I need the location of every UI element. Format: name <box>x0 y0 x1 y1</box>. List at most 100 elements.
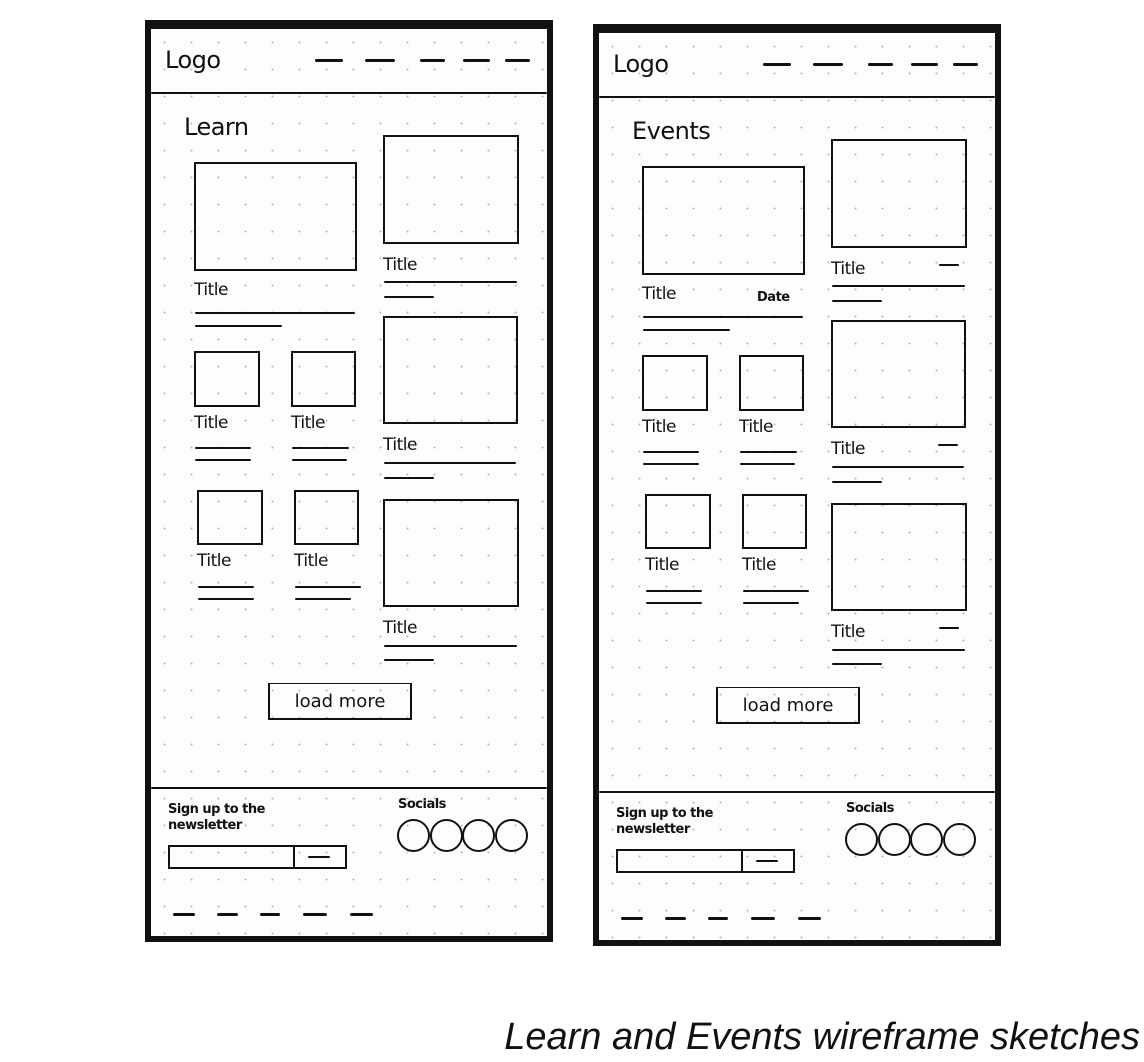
card-text-line <box>832 663 882 665</box>
card-text-line <box>740 463 795 465</box>
card-image-placeholder <box>831 139 967 248</box>
card-title[interactable]: Title <box>739 419 773 436</box>
social-icon[interactable] <box>877 823 911 856</box>
card-text-line <box>295 598 351 600</box>
logo: Logo <box>165 46 221 74</box>
card-image-placeholder <box>194 351 260 407</box>
card-title[interactable]: Title <box>645 557 679 574</box>
newsletter-email-input[interactable] <box>616 849 743 873</box>
card-date-dash <box>939 264 959 266</box>
card-text-line <box>195 459 251 461</box>
newsletter-email-input[interactable] <box>168 845 295 869</box>
social-icon[interactable] <box>910 823 943 856</box>
newsletter-submit-button[interactable] <box>293 845 347 869</box>
card-image-placeholder <box>742 494 807 549</box>
card-image-placeholder <box>383 499 519 607</box>
socials-label: Socials <box>846 801 894 816</box>
card-text-line <box>743 590 809 592</box>
card-title[interactable]: Title <box>831 441 865 458</box>
card-text-line <box>743 602 799 604</box>
card-text-line <box>198 586 254 588</box>
page-heading: Learn <box>184 113 249 141</box>
card-title[interactable]: Title <box>383 620 417 637</box>
card-title[interactable]: Title <box>294 553 328 570</box>
footer-link <box>350 913 373 916</box>
social-icon[interactable] <box>845 823 878 856</box>
social-icon[interactable] <box>494 819 528 852</box>
nav-link <box>813 63 843 66</box>
card-text-line <box>384 477 434 479</box>
card-text-line <box>198 598 254 600</box>
card-text-line <box>195 325 282 327</box>
load-more-button[interactable]: load more <box>268 683 412 720</box>
card-text-line <box>832 466 964 468</box>
card-image-placeholder <box>383 135 519 244</box>
card-text-line <box>195 447 251 449</box>
wireframe-events: Logo Events Title Date Title Title Title Title T… <box>593 24 1001 946</box>
card-image-placeholder <box>645 494 711 549</box>
card-title[interactable]: Title <box>194 415 228 432</box>
header-divider <box>599 96 995 98</box>
nav-link <box>365 59 395 62</box>
card-title[interactable]: Title <box>194 282 228 299</box>
caption: Learn and Events wireframe sketches <box>504 1016 1140 1058</box>
card-title[interactable]: Title <box>742 557 776 574</box>
card-title[interactable]: Title <box>642 419 676 436</box>
card-image-placeholder <box>642 355 708 411</box>
card-text-line <box>646 602 702 604</box>
card-date-dash <box>939 627 959 629</box>
footer-link <box>173 913 195 916</box>
footer-link <box>621 917 643 920</box>
card-title[interactable]: Title <box>642 286 676 303</box>
newsletter-label: Sign up to the newsletter <box>616 806 713 837</box>
nav-link <box>868 63 893 66</box>
card-title[interactable]: Title <box>383 257 417 274</box>
social-icon[interactable] <box>429 819 463 852</box>
footer-divider <box>599 791 995 793</box>
card-text-line <box>643 329 730 331</box>
social-icon[interactable] <box>462 819 495 852</box>
footer-link <box>217 913 238 916</box>
card-title[interactable]: Title <box>197 553 231 570</box>
card-title[interactable]: Title <box>383 437 417 454</box>
card-image-placeholder <box>194 162 357 271</box>
card-title[interactable]: Title <box>831 624 865 641</box>
card-text-line <box>292 447 349 449</box>
card-image-placeholder <box>294 490 359 545</box>
nav-link <box>505 59 530 62</box>
card-title[interactable]: Title <box>291 415 325 432</box>
card-date-dash <box>938 444 958 446</box>
submit-icon <box>308 856 330 858</box>
social-icon[interactable] <box>942 823 976 856</box>
card-image-placeholder <box>739 355 804 411</box>
wireframe-learn: Logo Learn Title Title Title Title Title Title T… <box>145 20 553 942</box>
header-divider <box>151 92 547 94</box>
card-image-placeholder <box>831 320 966 428</box>
socials-label: Socials <box>398 797 446 812</box>
footer-link <box>798 917 821 920</box>
card-image-placeholder <box>197 490 263 545</box>
page-heading: Events <box>632 117 711 145</box>
card-text-line <box>643 316 803 318</box>
card-image-placeholder <box>291 351 356 407</box>
card-date: Date <box>757 290 790 305</box>
nav-link <box>315 59 343 62</box>
footer-link <box>665 917 686 920</box>
card-image-placeholder <box>831 503 967 611</box>
logo: Logo <box>613 50 669 78</box>
newsletter-label: Sign up to the newsletter <box>168 802 265 833</box>
load-more-button[interactable]: load more <box>716 687 860 724</box>
card-text-line <box>832 649 965 651</box>
nav-link <box>463 59 490 62</box>
newsletter-submit-button[interactable] <box>741 849 795 873</box>
nav-link <box>420 59 445 62</box>
footer-link <box>303 913 327 916</box>
card-text-line <box>384 645 517 647</box>
card-title[interactable]: Title <box>831 261 865 278</box>
social-icon[interactable] <box>397 819 430 852</box>
submit-icon <box>756 860 778 862</box>
card-text-line <box>195 312 355 314</box>
footer-link <box>751 917 775 920</box>
footer-link <box>260 913 280 916</box>
nav-link <box>911 63 938 66</box>
